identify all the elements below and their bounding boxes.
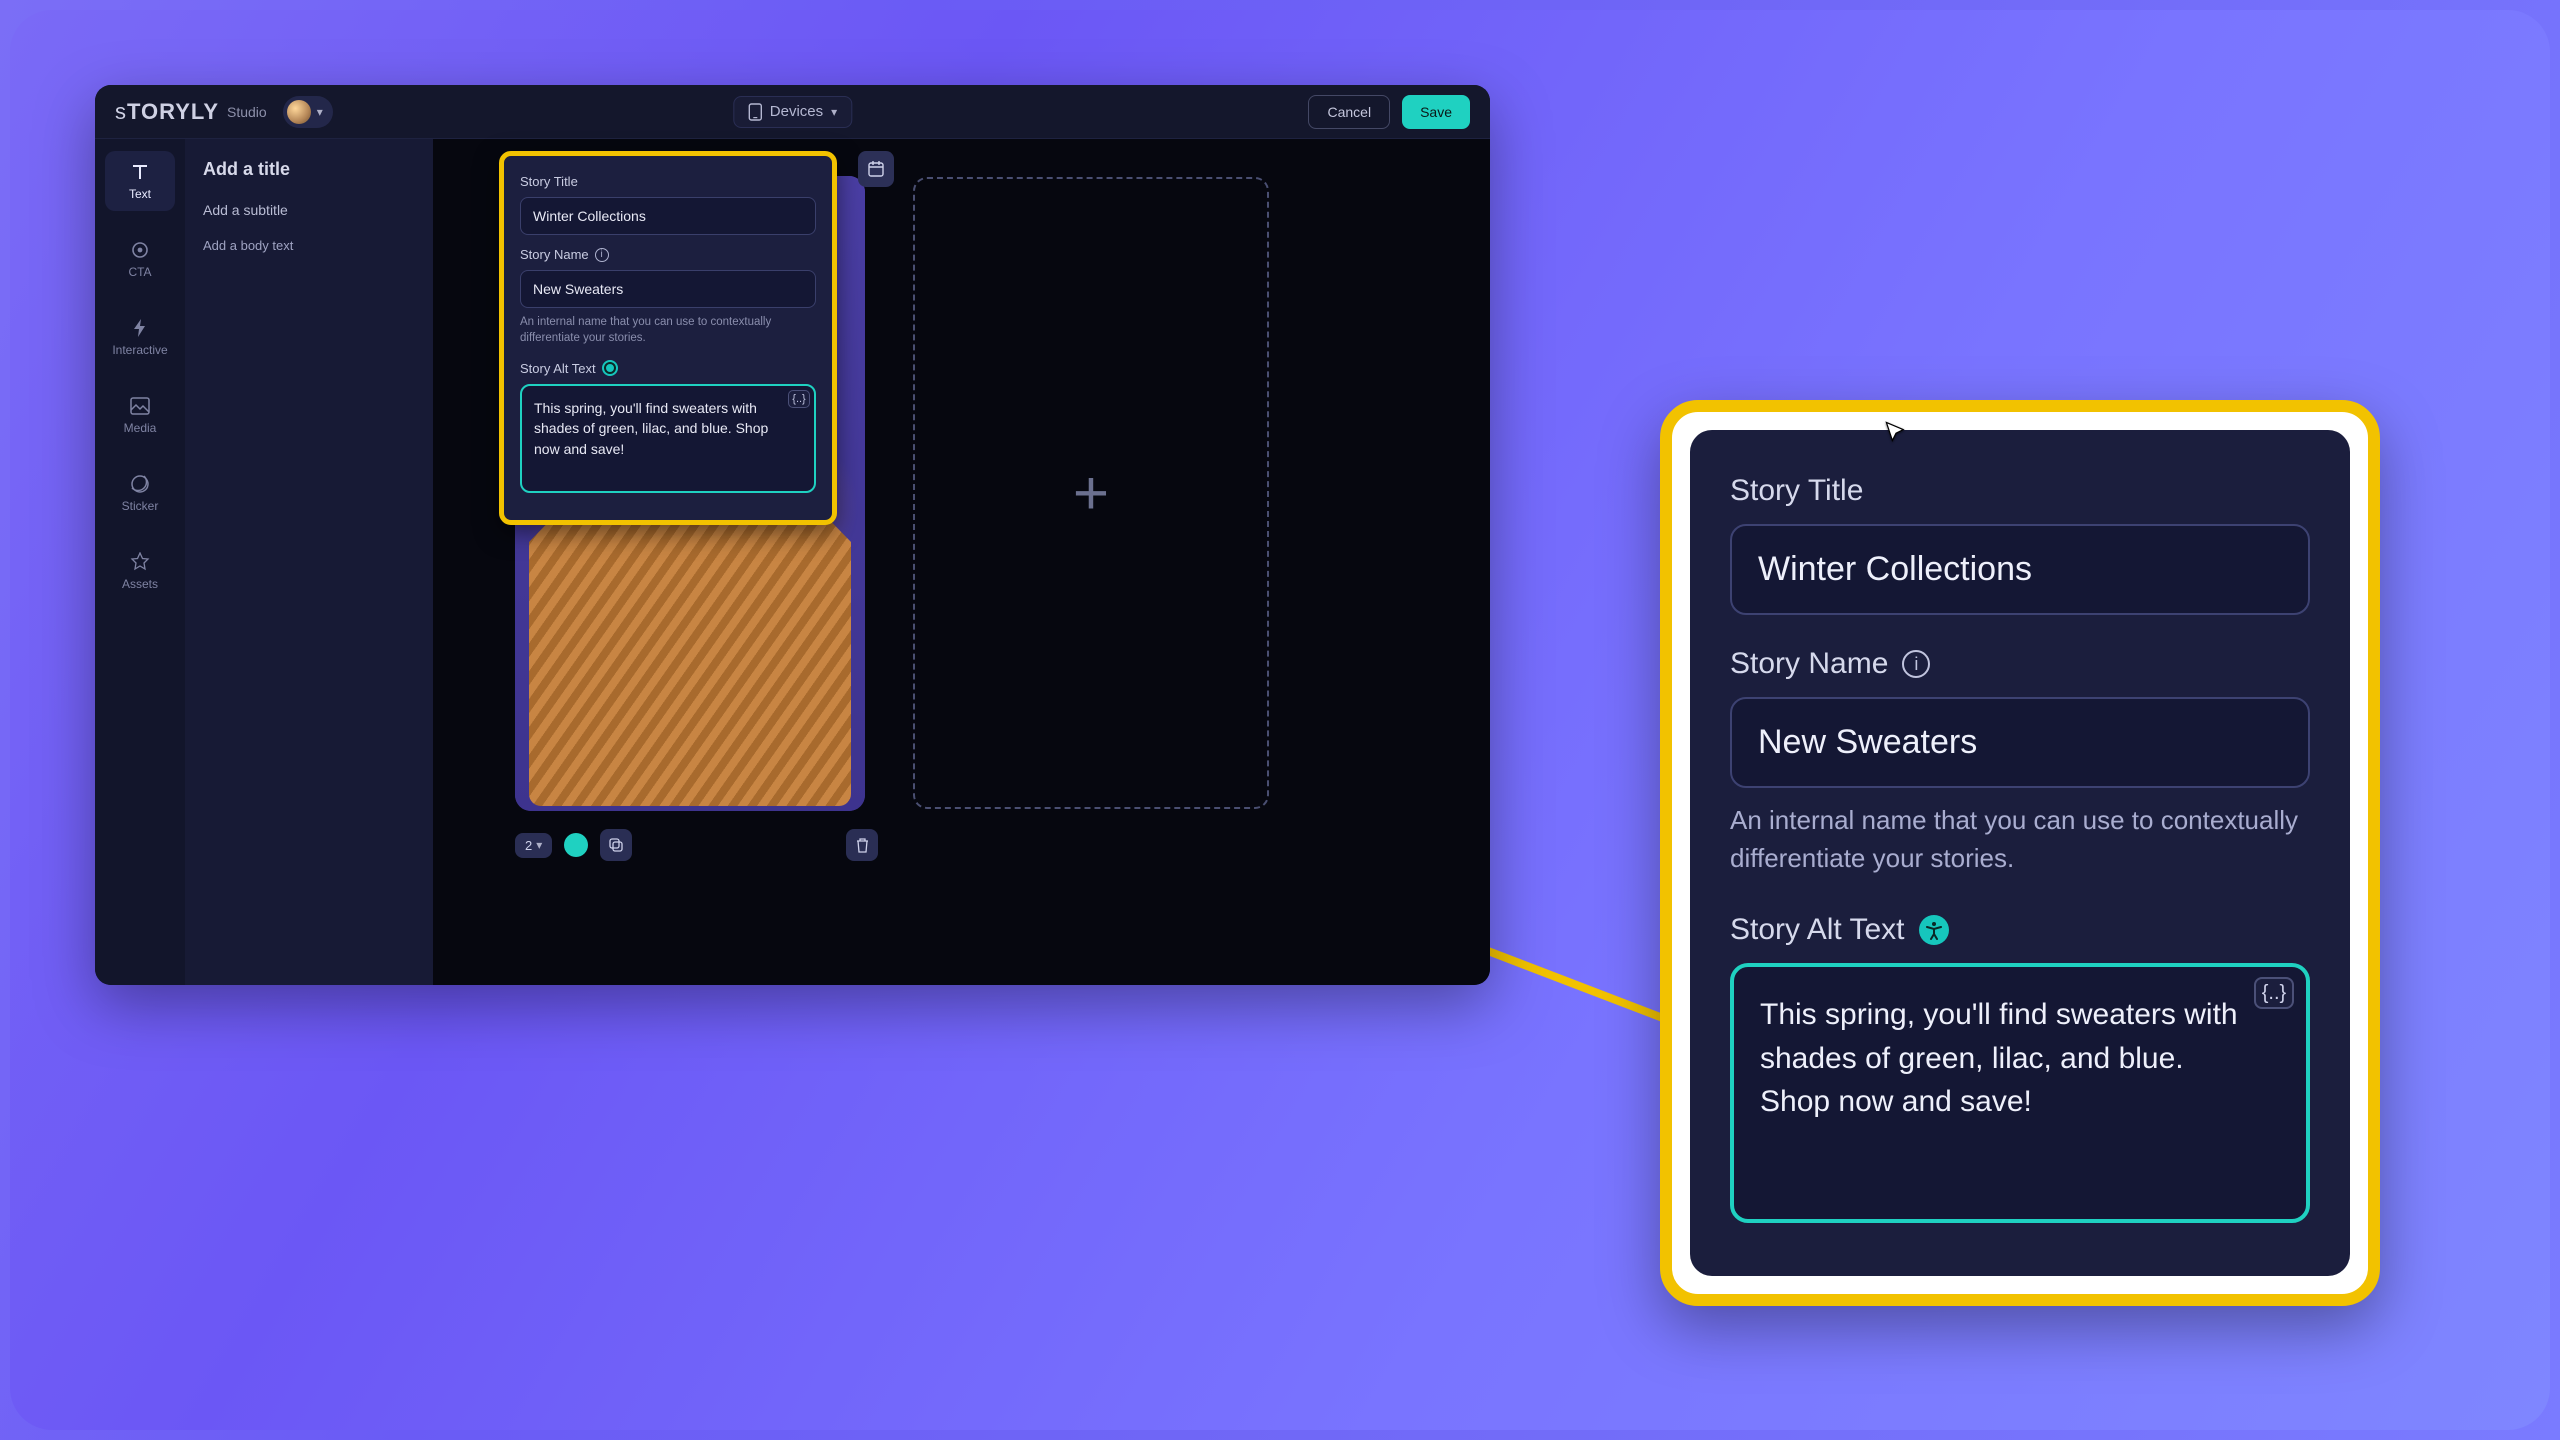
co-story-name-label: Story Name i bbox=[1730, 647, 2310, 681]
co-story-title-input[interactable] bbox=[1730, 524, 2310, 615]
text-panel: Add a title Add a subtitle Add a body te… bbox=[185, 139, 433, 985]
topbar: sTORYLY Studio ▾ Devices ▾ Cancel Save bbox=[95, 85, 1490, 139]
rail-label: Sticker bbox=[122, 499, 159, 513]
brand-logo: sTORYLY bbox=[115, 99, 219, 125]
image-icon bbox=[129, 395, 151, 417]
insert-variable-button[interactable]: {..} bbox=[788, 390, 810, 408]
co-story-alt-label: Story Alt Text bbox=[1730, 913, 2310, 947]
story-name-label: Story Name i bbox=[520, 247, 816, 262]
rail-label: Media bbox=[124, 421, 157, 435]
chevron-down-icon: ▾ bbox=[831, 105, 837, 119]
tool-rail: Text CTA Interactive Media Sticker Asset… bbox=[95, 139, 185, 985]
zoom-callout: Story Title Story Name i An internal nam… bbox=[1660, 400, 2380, 1306]
rail-cta[interactable]: CTA bbox=[105, 229, 175, 289]
delete-button[interactable] bbox=[846, 829, 878, 861]
rail-media[interactable]: Media bbox=[105, 385, 175, 445]
trash-icon bbox=[855, 837, 870, 853]
story-name-input[interactable] bbox=[520, 270, 816, 308]
canvas: New Sweaters + 2▾ bbox=[433, 139, 1490, 985]
target-icon bbox=[129, 239, 151, 261]
avatar bbox=[287, 100, 311, 124]
story-alt-label: Story Alt Text bbox=[520, 360, 816, 376]
rail-sticker[interactable]: Sticker bbox=[105, 463, 175, 523]
co-story-title-label: Story Title bbox=[1730, 474, 2310, 508]
insert-variable-button[interactable]: {..} bbox=[2254, 977, 2294, 1009]
status-dot[interactable] bbox=[564, 833, 588, 857]
cancel-button[interactable]: Cancel bbox=[1308, 95, 1390, 129]
chevron-down-icon: ▾ bbox=[317, 105, 323, 119]
story-name-help: An internal name that you can use to con… bbox=[520, 314, 816, 346]
rail-label: CTA bbox=[128, 265, 151, 279]
info-icon[interactable]: i bbox=[1902, 650, 1930, 678]
rail-assets[interactable]: Assets bbox=[105, 541, 175, 601]
accessibility-icon[interactable] bbox=[602, 360, 618, 376]
co-story-name-input[interactable] bbox=[1730, 697, 2310, 788]
add-subtitle[interactable]: Add a subtitle bbox=[203, 202, 415, 218]
add-story-tile[interactable]: + bbox=[913, 177, 1269, 809]
rail-label: Assets bbox=[122, 577, 158, 591]
info-icon[interactable]: i bbox=[595, 248, 609, 262]
duplicate-button[interactable] bbox=[600, 829, 632, 861]
add-body-text[interactable]: Add a body text bbox=[203, 238, 415, 253]
add-title[interactable]: Add a title bbox=[203, 159, 415, 180]
bolt-icon bbox=[129, 317, 151, 339]
rail-interactive[interactable]: Interactive bbox=[105, 307, 175, 367]
text-icon bbox=[129, 161, 151, 183]
device-selector-label: Devices bbox=[770, 103, 823, 120]
co-story-alt-textarea[interactable] bbox=[1730, 963, 2310, 1223]
cursor-icon bbox=[1884, 420, 1908, 444]
star-icon bbox=[129, 551, 151, 573]
calendar-icon bbox=[867, 160, 885, 178]
story-settings-popover: Story Title Story Name i An internal nam… bbox=[499, 151, 837, 525]
save-button[interactable]: Save bbox=[1402, 95, 1470, 129]
workspace-switcher[interactable]: ▾ bbox=[283, 96, 333, 128]
story-alt-textarea[interactable] bbox=[520, 384, 816, 493]
device-selector[interactable]: Devices ▾ bbox=[733, 96, 852, 128]
brand-sublabel: Studio bbox=[227, 104, 267, 120]
plus-icon: + bbox=[1073, 458, 1109, 529]
accessibility-icon[interactable] bbox=[1919, 915, 1949, 945]
story-title-input[interactable] bbox=[520, 197, 816, 235]
story-footer: 2▾ bbox=[515, 829, 632, 861]
rail-label: Interactive bbox=[112, 343, 167, 357]
schedule-button[interactable] bbox=[858, 151, 894, 187]
editor-window: sTORYLY Studio ▾ Devices ▾ Cancel Save T… bbox=[95, 85, 1490, 985]
phone-icon bbox=[748, 103, 762, 121]
rail-text[interactable]: Text bbox=[105, 151, 175, 211]
rail-label: Text bbox=[129, 187, 151, 201]
frame-count[interactable]: 2▾ bbox=[515, 833, 552, 858]
story-title-label: Story Title bbox=[520, 174, 816, 189]
story-artwork-foreground bbox=[529, 476, 851, 806]
sticker-icon bbox=[129, 473, 151, 495]
co-story-name-help: An internal name that you can use to con… bbox=[1730, 802, 2310, 877]
copy-icon bbox=[608, 837, 624, 853]
